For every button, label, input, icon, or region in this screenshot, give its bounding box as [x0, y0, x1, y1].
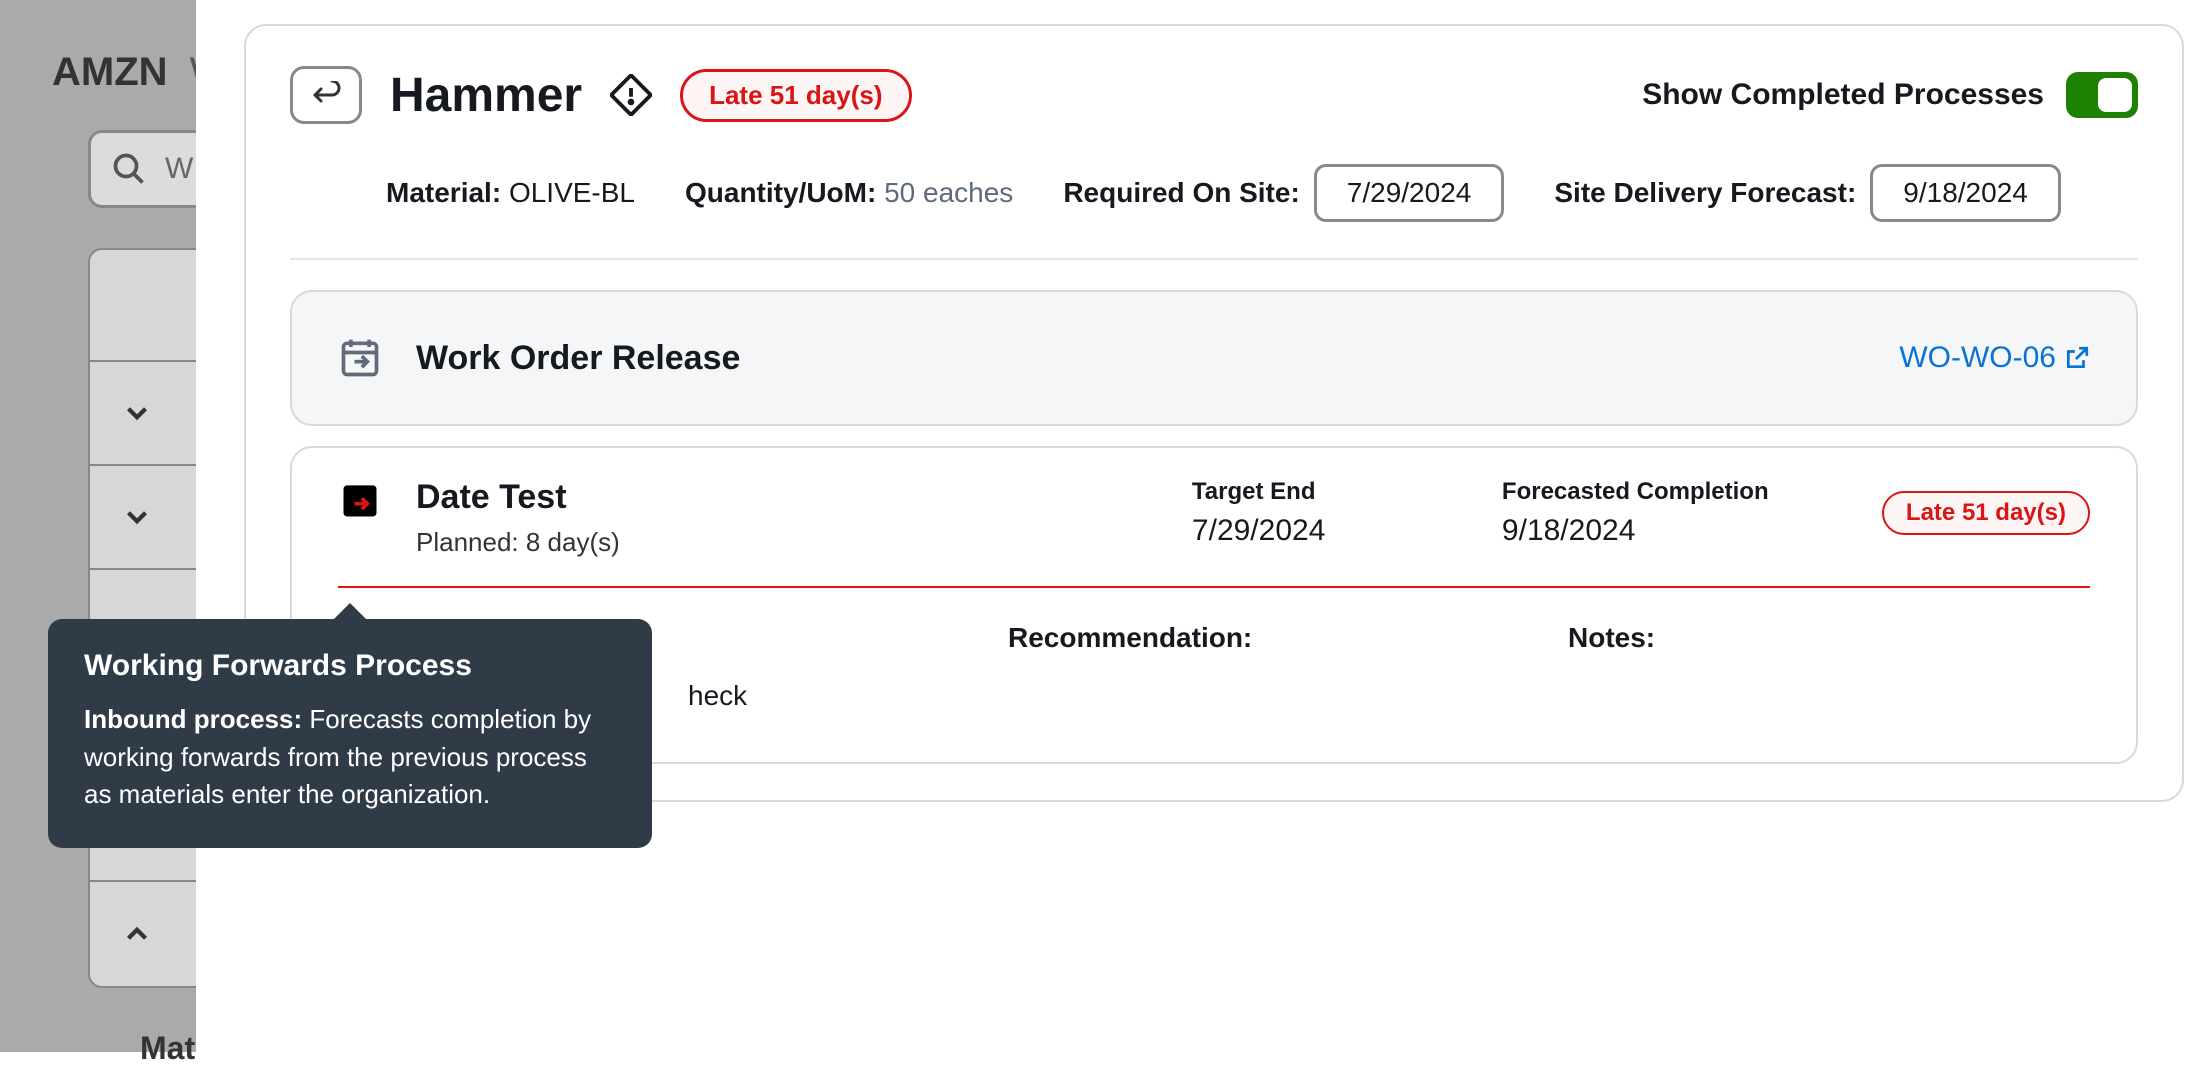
- show-completed-toggle[interactable]: [2066, 72, 2138, 118]
- toggle-label: Show Completed Processes: [1642, 78, 2044, 112]
- quantity-label: Quantity/UoM:: [685, 177, 876, 208]
- meta-row: Material: OLIVE-BL Quantity/UoM: 50 each…: [290, 164, 2138, 222]
- process-header: Date Test Planned: 8 day(s) Target End 7…: [338, 478, 2090, 558]
- target-end-value: 7/29/2024: [1192, 514, 1502, 548]
- recommendation-label: Recommendation:: [1008, 622, 1568, 712]
- required-label: Required On Site:: [1063, 177, 1299, 209]
- process-badge-wrap: Late 51 day(s): [1882, 491, 2090, 535]
- chevron-down-icon: [120, 396, 154, 430]
- chevron-down-icon: [120, 500, 154, 534]
- sidebar-partial-label: Mat: [140, 1030, 195, 1067]
- tooltip-body: Inbound process: Forecasts completion by…: [84, 701, 616, 814]
- meta-material: Material: OLIVE-BL: [386, 177, 635, 209]
- external-link-icon: [2064, 345, 2090, 371]
- meta-quantity: Quantity/UoM: 50 eaches: [685, 177, 1013, 209]
- work-order-link-text: WO-WO-06: [1899, 341, 2056, 375]
- calendar-arrow-icon: [338, 478, 382, 522]
- forecasted-completion-block: Forecasted Completion 9/18/2024: [1502, 478, 1882, 548]
- meta-required: Required On Site: 7/29/2024: [1063, 164, 1504, 222]
- status-badge-late: Late 51 day(s): [1882, 491, 2090, 535]
- target-end-block: Target End 7/29/2024: [1192, 478, 1502, 548]
- process-title-block: Date Test Planned: 8 day(s): [416, 478, 620, 558]
- forecasted-completion-label: Forecasted Completion: [1502, 478, 1882, 506]
- forecast-label: Site Delivery Forecast:: [1554, 177, 1856, 209]
- required-date-input[interactable]: 7/29/2024: [1314, 164, 1505, 222]
- calendar-arrow-icon: [338, 336, 382, 380]
- detail-drawer: Hammer Late 51 day(s) Show Completed Pro…: [196, 0, 2204, 1052]
- process-divider: [338, 586, 2090, 588]
- title-row: Hammer Late 51 day(s) Show Completed Pro…: [290, 66, 2138, 124]
- process-planned: Planned: 8 day(s): [416, 527, 620, 558]
- meta-forecast: Site Delivery Forecast: 9/18/2024: [1554, 164, 2061, 222]
- notes-label: Notes:: [1568, 622, 2090, 712]
- status-badge-late: Late 51 day(s): [680, 69, 911, 122]
- work-order-release-card: Work Order Release WO-WO-06: [290, 290, 2138, 426]
- target-end-label: Target End: [1192, 478, 1502, 506]
- brand-text: AMZN: [52, 50, 168, 94]
- alert-diamond-icon: [610, 74, 652, 116]
- return-icon: [308, 81, 344, 109]
- back-button[interactable]: [290, 66, 362, 124]
- material-value: OLIVE-BL: [509, 177, 635, 208]
- tooltip-body-bold: Inbound process:: [84, 704, 302, 734]
- forecasted-completion-value: 9/18/2024: [1502, 514, 1882, 548]
- forecast-date-input[interactable]: 9/18/2024: [1870, 164, 2061, 222]
- tooltip-working-forwards: Working Forwards Process Inbound process…: [48, 619, 652, 848]
- process-columns: Target End 7/29/2024 Forecasted Completi…: [1192, 478, 2090, 548]
- quantity-value: 50 eaches: [884, 177, 1013, 208]
- work-order-link[interactable]: WO-WO-06: [1899, 341, 2090, 375]
- toggle-knob: [2098, 78, 2132, 112]
- chevron-up-icon: [120, 917, 154, 951]
- search-icon: [111, 151, 147, 187]
- search-placeholder: W: [165, 152, 193, 186]
- tooltip-title: Working Forwards Process: [84, 649, 616, 683]
- material-label: Material:: [386, 177, 501, 208]
- page-title: Hammer: [390, 68, 582, 123]
- work-order-release-title: Work Order Release: [416, 339, 740, 378]
- divider: [290, 258, 2138, 260]
- process-name: Date Test: [416, 478, 620, 517]
- process-check-text: heck: [688, 680, 1008, 712]
